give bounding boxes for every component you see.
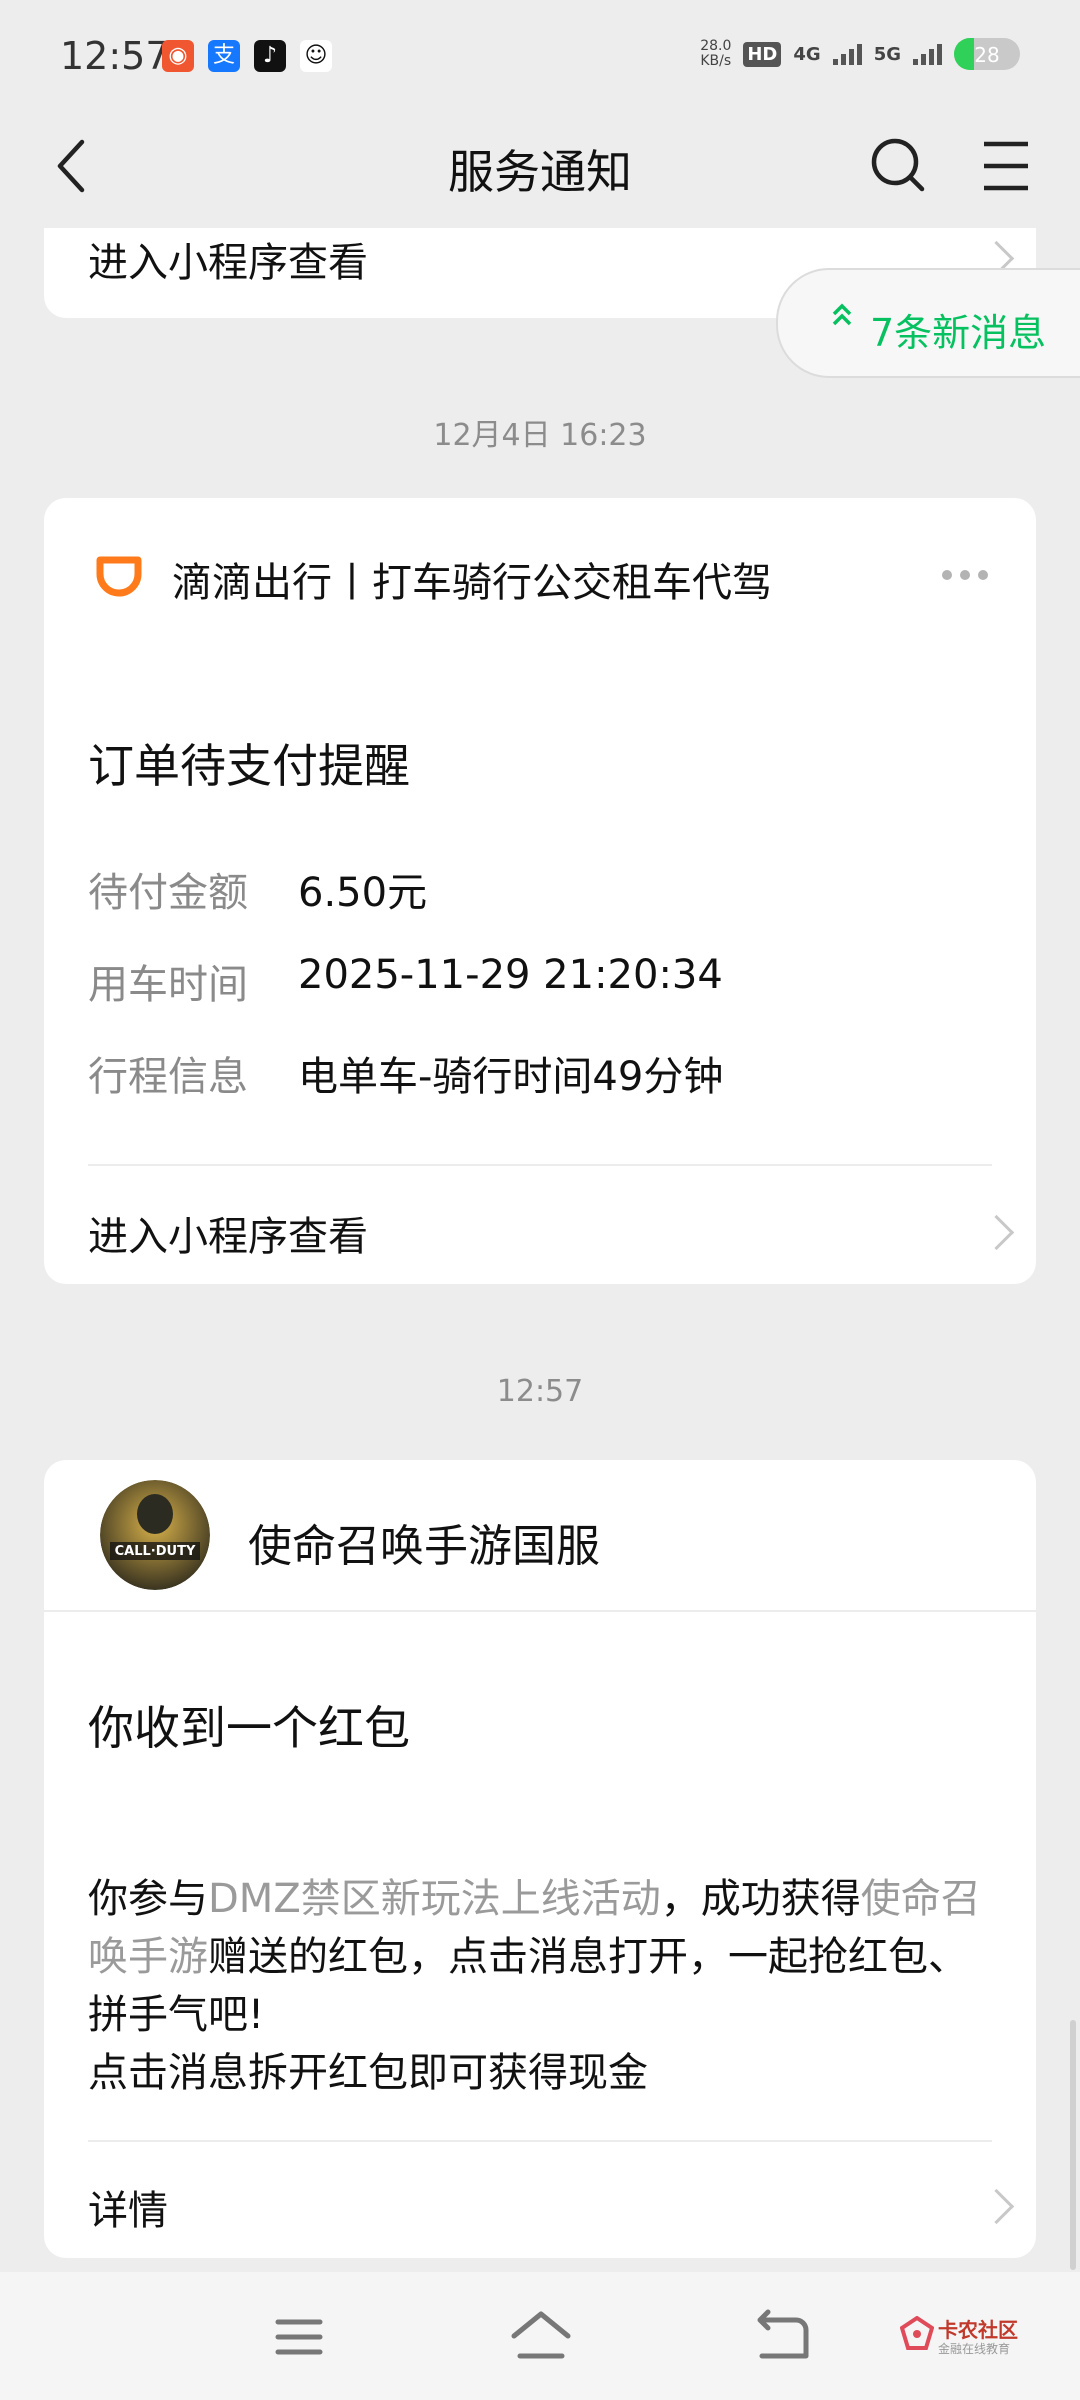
net-speed: 28.0 KB/s [700, 38, 732, 69]
trip-info-value: 电单车-骑行时间49分钟 [298, 1054, 724, 1100]
divider [88, 1164, 992, 1166]
open-miniprogram-link[interactable]: 进入小程序查看 [88, 1204, 368, 1262]
chevron-right-icon [978, 2188, 1015, 2225]
divider [44, 1610, 1036, 1612]
new-messages-button[interactable]: 7条新消息 [776, 268, 1080, 378]
message-timestamp: 12:57 [496, 1374, 584, 1409]
menu-lines-icon[interactable] [264, 2302, 334, 2372]
more-options-icon[interactable] [942, 570, 988, 580]
message-card-cod[interactable]: CALL·DUTY 使命召唤手游国服 你收到一个红包 你参与DMZ禁区新玩法上线… [44, 1460, 1036, 2258]
amount-value: 6.50元 [298, 870, 428, 916]
message-timestamp: 12月4日 16:23 [433, 418, 647, 453]
open-miniprogram-link[interactable]: 进入小程序查看 [88, 230, 368, 288]
status-app-icons: ◉ 支 ♪ ☺ [162, 40, 332, 72]
kanong-logo-icon [900, 2316, 934, 2350]
ride-time-label: 用车时间 [88, 962, 248, 1008]
watermark-logo: 卡农社区 金融在线教育 [900, 2312, 1020, 2372]
status-time: 12:57 [60, 34, 170, 78]
qq-icon: ☺ [300, 40, 332, 72]
sender-name: 滴滴出行丨打车骑行公交租车代驾 [172, 560, 772, 606]
nav-bar: 服务通知 [0, 110, 1080, 228]
battery-icon: 28 [954, 38, 1020, 70]
scrollbar[interactable] [1070, 2020, 1076, 2270]
alipay-icon: 支 [208, 40, 240, 72]
watermark-title: 卡农社区 [938, 2318, 1018, 2342]
divider [88, 2140, 992, 2142]
sender-name: 使命召唤手游国服 [248, 1521, 600, 1572]
back-return-icon[interactable] [746, 2302, 816, 2372]
message-title: 订单待支付提醒 [88, 739, 410, 793]
details-link[interactable]: 详情 [88, 2178, 168, 2236]
activity-link[interactable]: DMZ禁区新玩法上线活动 [208, 1876, 661, 1922]
avatar: CALL·DUTY [100, 1480, 210, 1590]
message-title: 你收到一个红包 [88, 1701, 410, 1755]
search-icon[interactable] [862, 130, 934, 202]
network-4g: 4G [793, 43, 821, 65]
system-nav-bar: 卡农社区 金融在线教育 [0, 2272, 1080, 2400]
home-icon[interactable] [506, 2302, 576, 2372]
menu-icon[interactable] [970, 130, 1042, 202]
ride-time-value: 2025-11-29 21:20:34 [298, 952, 723, 998]
message-body: 你参与DMZ禁区新玩法上线活动，成功获得使命召唤手游赠送的红包，点击消息打开，一… [88, 1876, 981, 2096]
message-card-didi[interactable]: 滴滴出行丨打车骑行公交租车代驾 订单待支付提醒 待付金额 6.50元 用车时间 … [44, 498, 1036, 1284]
watermark-subtitle: 金融在线教育 [938, 2342, 1011, 2356]
new-messages-label: 7条新消息 [870, 311, 1047, 355]
didi-logo-icon [94, 552, 144, 602]
taobao-icon: ◉ [162, 40, 194, 72]
hd-badge: HD [743, 41, 782, 67]
double-chevron-up-icon [830, 298, 854, 343]
amount-label: 待付金额 [88, 870, 248, 916]
status-indicators: 28.0 KB/s HD 4G 5G 28 [700, 38, 1020, 70]
network-5g: 5G [873, 43, 901, 65]
signal-icon [832, 43, 862, 65]
status-bar: 12:57 ◉ 支 ♪ ☺ 28.0 KB/s HD 4G 5G 28 [0, 0, 1080, 110]
douyin-icon: ♪ [254, 40, 286, 72]
trip-info-label: 行程信息 [88, 1054, 248, 1100]
signal-icon [913, 43, 942, 65]
svg-text:CALL·DUTY: CALL·DUTY [115, 1544, 196, 1559]
chevron-right-icon [978, 1214, 1015, 1251]
